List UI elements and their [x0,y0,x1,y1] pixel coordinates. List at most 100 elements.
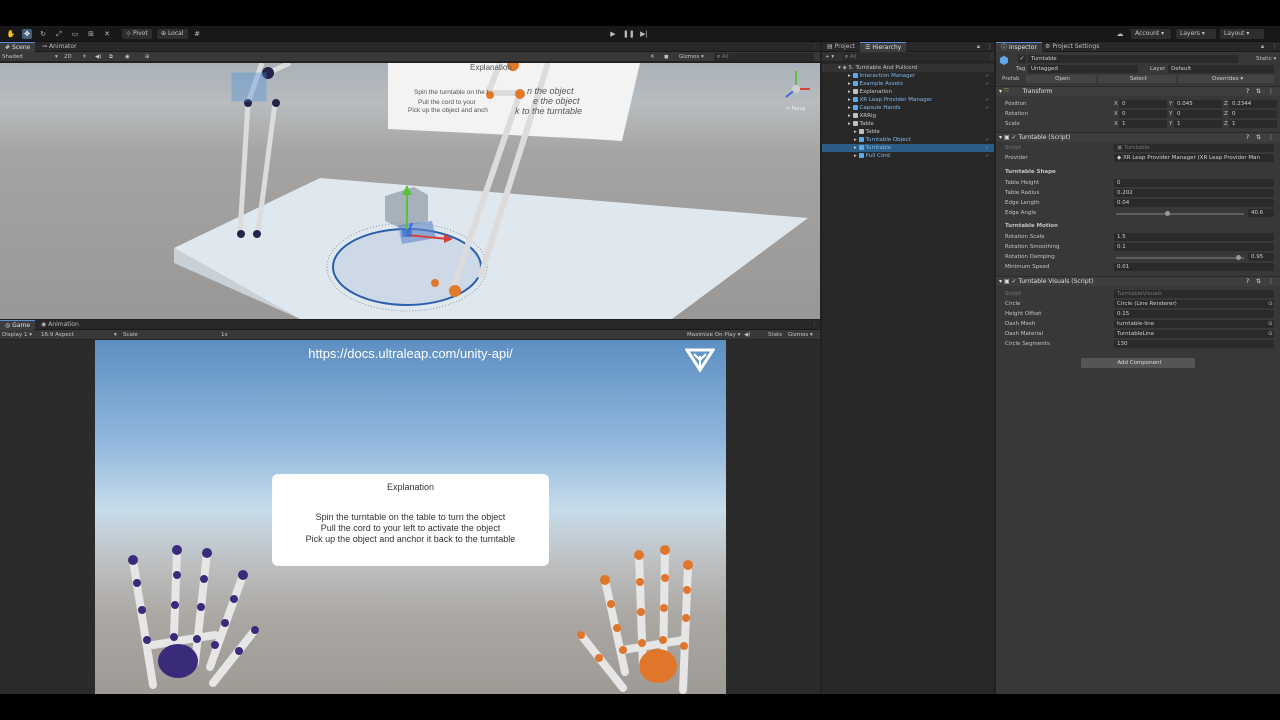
component-menu-icon[interactable]: ⋮ [1268,87,1274,97]
transform-tool-icon[interactable]: ⊞ [86,29,96,39]
rotate-tool-icon[interactable]: ↻ [38,29,48,39]
layers-dropdown[interactable]: Layers ▾ [1176,29,1216,39]
property-value-field[interactable]: 0.202 [1114,189,1274,197]
component-menu-icon[interactable]: ⋮ [1268,277,1274,287]
chevron-right-icon[interactable]: › [986,136,988,144]
property-value-field[interactable]: 0.95 [1248,253,1274,261]
property-value-field[interactable]: 0 [1114,179,1274,187]
panel-menu-icon[interactable]: ⋮ [987,42,993,52]
expand-arrow-icon[interactable]: ▸ [848,89,853,95]
visuals-property-field[interactable]: TurntableLine [1114,330,1274,338]
expand-arrow-icon[interactable]: ▸ [848,121,853,127]
visuals-property-field[interactable]: 0.15 [1114,310,1274,318]
chevron-right-icon[interactable]: › [986,104,988,112]
enabled-checkbox[interactable]: ✓ [1012,134,1017,141]
game-gizmos-dropdown[interactable]: Gizmos ▾ [788,330,813,340]
hierarchy-search-input[interactable]: ⌕ All [842,53,990,61]
account-dropdown[interactable]: Account ▾ [1131,29,1171,39]
aspect-dropdown[interactable]: 16:9 Aspect [41,330,74,340]
static-toggle[interactable]: Static ▾ [1256,56,1276,62]
visuals-property-field[interactable]: Circle (Line Renderer) [1114,300,1274,308]
chevron-right-icon[interactable]: › [986,152,988,160]
expand-arrow-icon[interactable]: ▸ [854,129,859,135]
expand-arrow-icon[interactable]: ▸ [848,113,853,119]
transform-z-field[interactable]: 1 [1229,120,1277,128]
expand-arrow-icon[interactable]: ▸ [854,153,859,159]
enabled-checkbox[interactable]: ✓ [1012,278,1017,285]
expand-arrow-icon[interactable]: ▸ [848,73,853,79]
preset-icon[interactable]: ⇅ [1256,133,1261,143]
expand-arrow-icon[interactable]: ▸ [848,105,853,111]
object-picker-icon[interactable]: ⊙ [1268,331,1273,337]
tab-game[interactable]: ◎ Game [0,320,36,330]
hand-tool-icon[interactable]: ✋ [6,29,16,39]
property-slider-knob[interactable] [1165,211,1171,216]
object-name-field[interactable]: Turntable [1028,55,1238,63]
prefab-select-button[interactable]: Select [1098,75,1176,83]
transform-y-field[interactable]: 0.045 [1174,100,1222,108]
layout-dropdown[interactable]: Layout ▾ [1220,29,1264,39]
stats-toggle[interactable]: Stats [768,330,782,340]
expand-arrow-icon[interactable]: ▸ [854,145,859,151]
preset-icon[interactable]: ⇅ [1256,87,1261,97]
hierarchy-item[interactable]: ▸ Pull Cord › [822,152,994,160]
hierarchy-item[interactable]: ▸ Turntable Object › [822,136,994,144]
transform-z-field[interactable]: 0 [1229,110,1277,118]
camera-icon[interactable]: ◼ [664,52,669,62]
hierarchy-item[interactable]: ▸ Interaction Manager › [822,72,994,80]
chevron-right-icon[interactable]: › [986,72,988,80]
transform-x-field[interactable]: 0 [1119,100,1167,108]
prefab-open-button[interactable]: Open [1026,75,1096,83]
active-checkbox[interactable]: ✓ [1018,55,1026,63]
tab-project[interactable]: ▤ Project [822,42,860,52]
step-button-icon[interactable]: ▶| [639,29,649,39]
chevron-down-icon[interactable]: ▾ [55,52,58,62]
help-icon[interactable]: ? [1246,133,1249,143]
object-picker-icon[interactable]: ⊙ [1268,301,1273,307]
hierarchy-item[interactable]: ▸ Table [822,120,994,128]
mute-audio-icon[interactable]: ◀) [744,330,750,340]
effects-icon[interactable]: ⧉ [109,52,113,62]
pause-button-icon[interactable]: ❚❚ [623,29,635,39]
persp-label[interactable]: < Persp [786,106,806,112]
property-value-field[interactable]: 0.04 [1114,199,1274,207]
transform-header[interactable]: ▾ ⤧ Transform ? ⇅ ⋮ [996,86,1280,96]
hierarchy-item[interactable]: ▸ Example Assets › [822,80,994,88]
tag-dropdown[interactable]: Untagged [1028,65,1138,73]
hierarchy-item[interactable]: ▸ XRRig [822,112,994,120]
pivot-toggle[interactable]: ⊹ Pivot [122,29,152,39]
property-value-field[interactable]: 0.01 [1114,263,1274,271]
object-picker-icon[interactable]: ⊙ [1268,321,1273,327]
add-object-button[interactable]: + ▾ [825,52,834,62]
help-icon[interactable]: ? [1246,277,1249,287]
add-component-button[interactable]: Add Component [1081,358,1195,368]
visuals-property-field[interactable]: 130 [1114,340,1274,348]
chevron-right-icon[interactable]: › [986,96,988,104]
tab-hierarchy[interactable]: ☰ Hierarchy [860,42,907,52]
expand-arrow-icon[interactable]: ▸ [848,81,853,87]
tab-project-settings[interactable]: ⚙ Project Settings [1040,42,1104,52]
transform-x-field[interactable]: 1 [1119,120,1167,128]
transform-z-field[interactable]: 0.2344 [1229,100,1277,108]
tab-scene[interactable]: # Scene [0,42,36,52]
hierarchy-item[interactable]: ▸ XR Leap Provider Manager › [822,96,994,104]
hierarchy-item[interactable]: ▸ Capsule Hands › [822,104,994,112]
property-value-field[interactable]: 0.1 [1114,243,1274,251]
lighting-icon[interactable]: ☀ [82,52,87,62]
tab-animator[interactable]: ⊸ Animator [37,42,82,52]
lock-icon[interactable]: 🔒︎ [1261,42,1264,52]
play-button-icon[interactable]: ▶ [608,29,618,39]
local-toggle[interactable]: ⊕ Local [157,29,188,39]
gizmos-dropdown[interactable]: Gizmos ▾ [679,52,704,62]
layer-dropdown[interactable]: Default [1168,65,1274,73]
transform-y-field[interactable]: 0 [1174,110,1222,118]
mode-2d-toggle[interactable]: 2D [64,52,72,62]
turntable-script-header[interactable]: ▾ ▣ ✓ Turntable (Script) ? ⇅ ⋮ [996,132,1280,142]
hierarchy-item[interactable]: ▸ Table [822,128,994,136]
audio-icon[interactable]: ◀) [95,52,101,62]
hidden-objects-icon[interactable]: ◉ [125,52,130,62]
component-menu-icon[interactable]: ⋮ [1268,133,1274,143]
shading-mode-dropdown[interactable]: Shaded [2,52,23,62]
transform-y-field[interactable]: 1 [1174,120,1222,128]
provider-field[interactable]: ◆ XR Leap Provider Manager (XR Leap Prov… [1114,154,1274,162]
